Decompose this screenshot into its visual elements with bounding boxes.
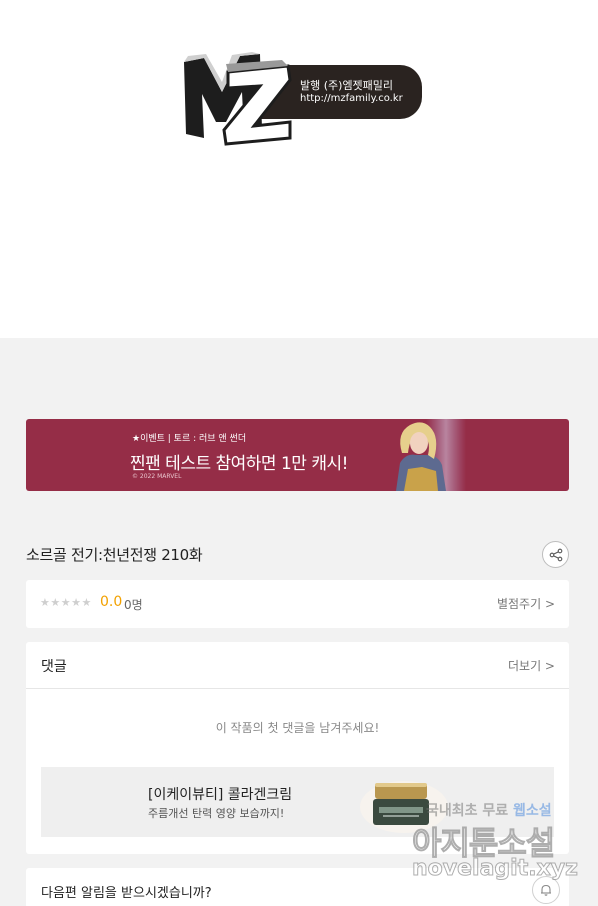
- share-button[interactable]: [542, 541, 569, 568]
- rate-button[interactable]: 별점주기 >: [497, 595, 555, 612]
- character-image: [396, 419, 466, 491]
- banner-copyright: © 2022 MARVEL: [132, 473, 182, 480]
- watermark-url: novelagit.xyz: [412, 856, 579, 882]
- banner-headline: 찐팬 테스트 참여하면 1만 캐시!: [130, 454, 348, 474]
- mz-logo-icon: [184, 52, 292, 146]
- comments-heading: 댓글: [41, 659, 67, 675]
- share-icon: [549, 548, 562, 561]
- banner-subtitle: ★이벤트 | 토르 : 러브 앤 썬더: [132, 434, 247, 444]
- publisher-name: 발행 (주)엠젯패밀리: [300, 79, 394, 92]
- rating-score: 0.0: [100, 594, 123, 610]
- site-watermark: 국내최초 무료 웹소설 아지툰소설 novelagit.xyz: [411, 798, 598, 906]
- ad-subtitle: 주름개선 탄력 영양 보습까지!: [148, 807, 285, 820]
- divider: [26, 688, 569, 689]
- publisher-url: http://mzfamily.co.kr: [300, 93, 403, 104]
- publisher-area: 발행 (주)엠젯패밀리 http://mzfamily.co.kr: [0, 0, 598, 338]
- publisher-logo: 발행 (주)엠젯패밀리 http://mzfamily.co.kr: [182, 52, 422, 147]
- comments-more-link[interactable]: 더보기 >: [508, 657, 555, 674]
- rating-count: 0명: [124, 598, 143, 612]
- watermark-tagline: 국내최초 무료 웹소설: [426, 800, 552, 820]
- ad-title: [이케이뷰티] 콜라겐크림: [148, 787, 293, 803]
- rating-card: ★★★★★ 0.0 0명 별점주기 >: [26, 580, 569, 628]
- notify-text: 다음편 알림을 받으시겠습니까?: [41, 886, 212, 901]
- empty-comments-message: 이 작품의 첫 댓글을 남겨주세요!: [215, 721, 380, 735]
- episode-title: 소르골 전기:천년전쟁 210화: [26, 546, 203, 564]
- event-banner[interactable]: ★이벤트 | 토르 : 러브 앤 썬더 찐팬 테스트 참여하면 1만 캐시! ©…: [26, 419, 569, 491]
- watermark-tagline-highlight: 웹소설: [513, 803, 552, 819]
- watermark-tagline-prefix: 국내최초 무료: [426, 803, 514, 819]
- rating-stars: ★★★★★: [40, 596, 92, 609]
